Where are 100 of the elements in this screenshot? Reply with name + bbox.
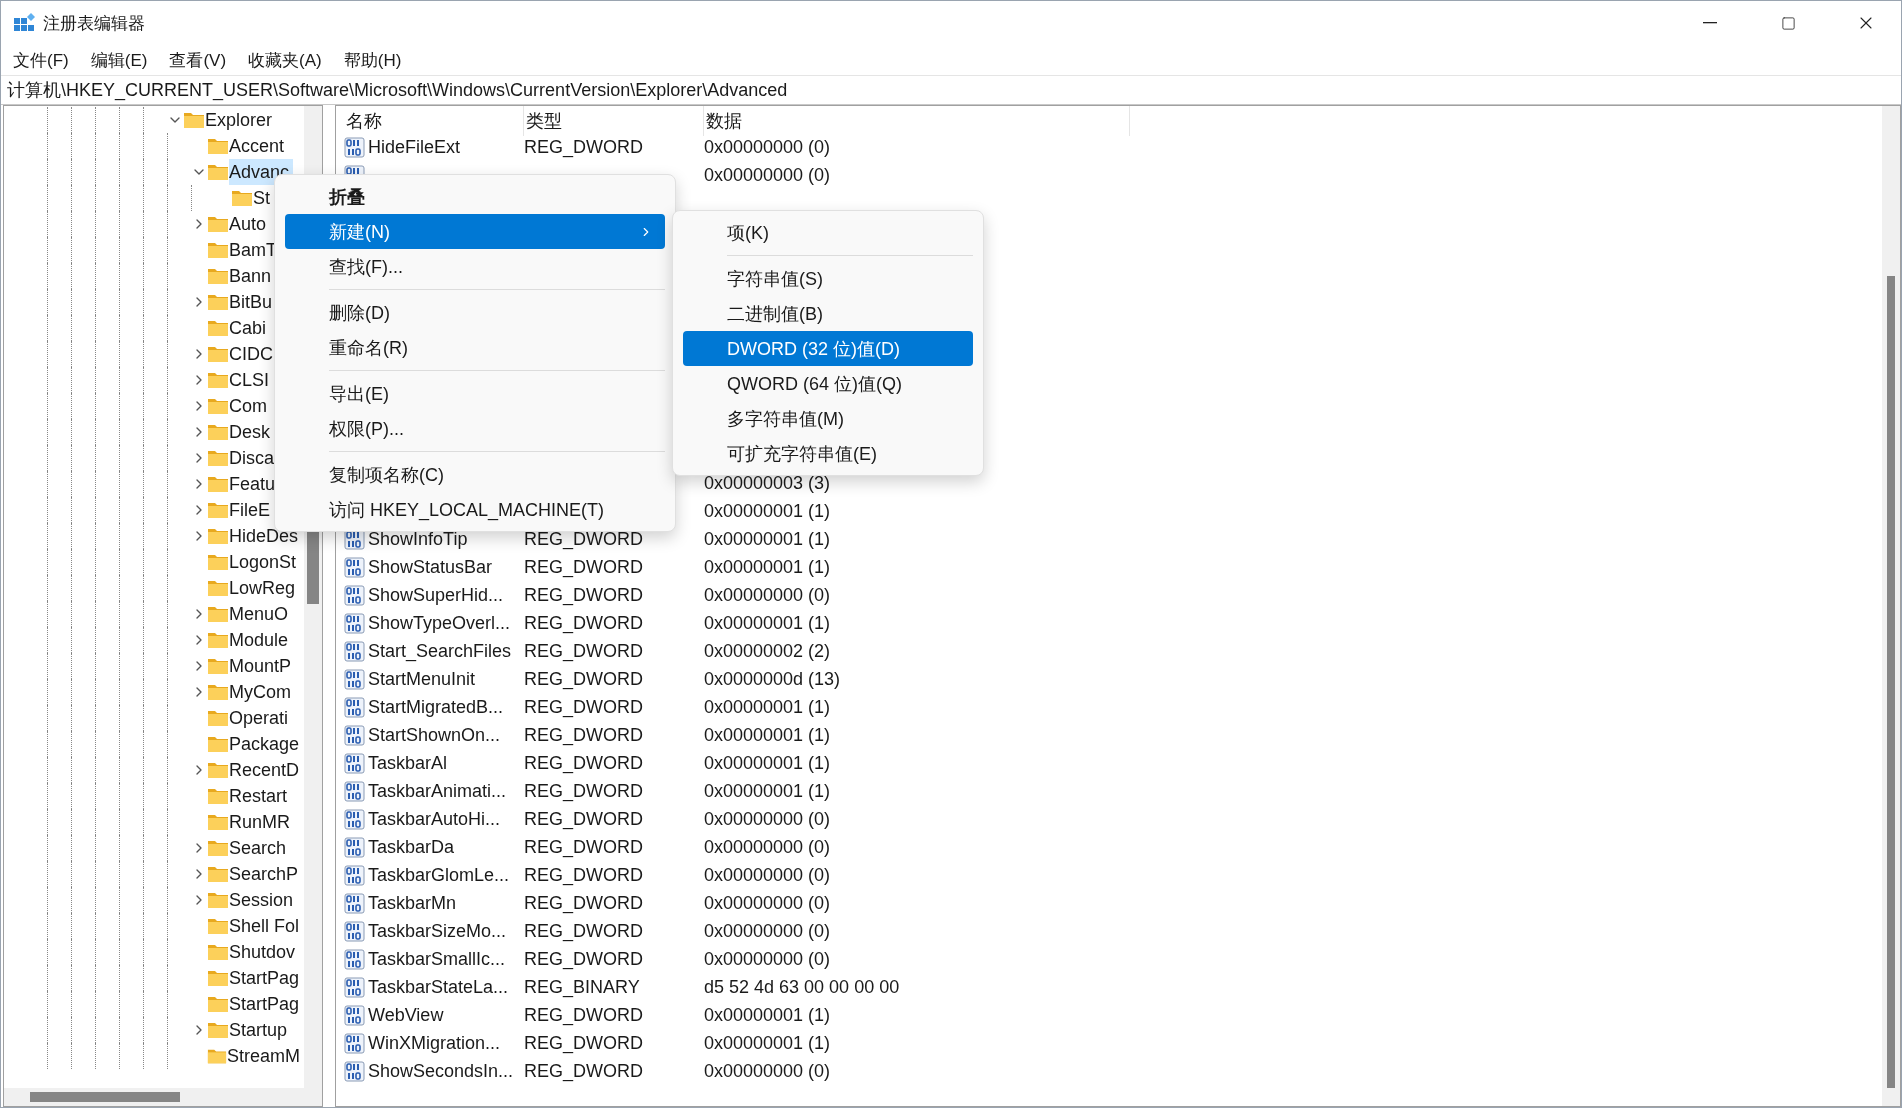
value-name[interactable]: ShowInfoTip (368, 529, 468, 550)
tree-item[interactable]: Shutdov (229, 939, 300, 965)
tree-item[interactable]: Bann (229, 263, 276, 289)
folder-icon (207, 865, 229, 883)
binary-value-icon (344, 641, 365, 662)
value-data: 0x00000002 (2) (704, 641, 832, 662)
scrollbar-thumb[interactable] (1887, 276, 1895, 1088)
tree-item[interactable]: StartPag (229, 965, 304, 991)
tree-item[interactable]: Com (229, 393, 271, 419)
tree-item[interactable]: StreamM (227, 1043, 304, 1069)
value-data: 0x00000000 (0) (704, 137, 832, 158)
tree-item[interactable]: BitBu (229, 289, 277, 315)
column-header[interactable]: 名称 (344, 106, 524, 136)
tree-item[interactable]: Operati (229, 705, 293, 731)
tree-item[interactable]: Session (229, 887, 298, 913)
column-header[interactable]: 数据 (704, 106, 1130, 136)
folder-icon (207, 475, 229, 493)
tree-item[interactable]: FileE (229, 497, 274, 523)
binary-value-icon (344, 725, 365, 746)
value-name[interactable]: TaskbarStateLa... (368, 977, 509, 998)
tree-item[interactable]: Shell Fol (229, 913, 304, 939)
value-name[interactable]: HideFileExt (368, 137, 461, 158)
menu-bar-item[interactable]: 收藏夹(A) (240, 46, 330, 74)
value-name[interactable]: TaskbarAutoHi... (368, 809, 501, 830)
menu-item[interactable]: 删除(D) (285, 295, 665, 330)
menu-item[interactable]: 重命名(R) (285, 330, 665, 365)
tree-item[interactable]: LogonSt (229, 549, 301, 575)
menu-item[interactable]: 可扩充字符串值(E) (683, 436, 973, 471)
tree-item[interactable]: Cabi (229, 315, 271, 341)
tree-item[interactable]: Search (229, 835, 291, 861)
menu-item[interactable]: 权限(P)... (285, 411, 665, 446)
minimize-icon (1703, 22, 1717, 24)
menu-item[interactable]: QWORD (64 位)值(Q) (683, 366, 973, 401)
value-name[interactable]: TaskbarAnimati... (368, 781, 507, 802)
menu-item[interactable]: 新建(N) (285, 214, 665, 249)
horizontal-scrollbar[interactable] (4, 1088, 304, 1106)
tree-item[interactable]: Accent (229, 133, 289, 159)
value-name[interactable]: TaskbarSizeMo... (368, 921, 507, 942)
value-name[interactable]: ShowSecondsIn... (368, 1061, 514, 1082)
address-bar[interactable]: 计算机\HKEY_CURRENT_USER\Software\Microsoft\Windows\CurrentVersion\Explorer\Advanced (1, 75, 1901, 105)
tree-item[interactable]: SearchP (229, 861, 303, 887)
vertical-scrollbar[interactable] (1882, 106, 1900, 1106)
menu-item[interactable]: 复制项名称(C) (285, 457, 665, 492)
menu-bar-item[interactable]: 查看(V) (161, 46, 235, 74)
tree-item[interactable]: CIDC (229, 341, 277, 367)
binary-value-icon (344, 585, 365, 606)
menu-item[interactable]: 导出(E) (285, 376, 665, 411)
tree-item[interactable]: Desk (229, 419, 274, 445)
column-header[interactable]: 类型 (524, 106, 704, 136)
tree-item[interactable]: RunMR (229, 809, 294, 835)
value-name[interactable]: ShowSuperHid... (368, 585, 504, 606)
binary-value-icon (344, 893, 365, 914)
folder-icon (207, 267, 229, 285)
tree-item[interactable]: Module (229, 627, 293, 653)
value-name[interactable]: TaskbarAl (368, 753, 448, 774)
scrollbar-thumb[interactable] (30, 1092, 180, 1102)
tree-item[interactable]: Startup (229, 1017, 292, 1043)
tree-item[interactable]: Explorer (205, 107, 277, 133)
value-type: REG_DWORD (524, 809, 644, 830)
menu-item[interactable]: 字符串值(S) (683, 261, 973, 296)
menu-item[interactable]: 查找(F)... (285, 249, 665, 284)
menu-item[interactable]: 二进制值(B) (683, 296, 973, 331)
value-name[interactable]: TaskbarMn (368, 893, 457, 914)
menu-item[interactable]: DWORD (32 位)值(D) (683, 331, 973, 366)
value-name[interactable]: Start_SearchFiles (368, 641, 512, 662)
folder-icon (207, 943, 229, 961)
tree-item[interactable]: Auto (229, 211, 271, 237)
tree-item[interactable]: MenuO (229, 601, 293, 627)
tree-item[interactable]: StartPag (229, 991, 304, 1017)
menu-bar-item[interactable]: 帮助(H) (335, 46, 410, 74)
tree-item[interactable]: MountP (229, 653, 296, 679)
value-name[interactable]: TaskbarDa (368, 837, 455, 858)
value-name[interactable]: WinXMigration... (368, 1033, 501, 1054)
menu-item[interactable]: 多字符串值(M) (683, 401, 973, 436)
binary-value-icon (344, 809, 365, 830)
folder-icon (207, 735, 229, 753)
tree-item[interactable]: St (253, 185, 274, 211)
value-name[interactable]: StartMenuInit (368, 669, 476, 690)
value-name[interactable]: TaskbarGlomLe... (368, 865, 510, 886)
menu-item[interactable]: 项(K) (683, 215, 973, 250)
value-data: 0x00000001 (1) (704, 1033, 832, 1054)
value-name[interactable]: StartMigratedB... (368, 697, 504, 718)
menu-bar-item[interactable]: 编辑(E) (82, 46, 156, 74)
value-name[interactable]: TaskbarSmallIc... (368, 949, 506, 970)
tree-item[interactable]: Restart (229, 783, 292, 809)
tree-item[interactable]: Disca (229, 445, 278, 471)
tree-item[interactable]: MyCom (229, 679, 295, 705)
value-name[interactable]: StartShownOn... (368, 725, 501, 746)
binary-value-icon (344, 557, 365, 578)
value-name[interactable]: ShowTypeOverl... (368, 613, 511, 634)
binary-value-icon (344, 669, 365, 690)
tree-item[interactable]: LowReg (229, 575, 300, 601)
value-name[interactable]: ShowStatusBar (368, 557, 493, 578)
tree-item[interactable]: Package (229, 731, 304, 757)
tree-item[interactable]: CLSI (229, 367, 274, 393)
menu-bar-item[interactable]: 文件(F) (5, 46, 77, 74)
folder-icon (207, 553, 229, 571)
tree-item[interactable]: RecentD (229, 757, 304, 783)
maximize-icon (1780, 15, 1796, 31)
value-name[interactable]: WebView (368, 1005, 444, 1026)
